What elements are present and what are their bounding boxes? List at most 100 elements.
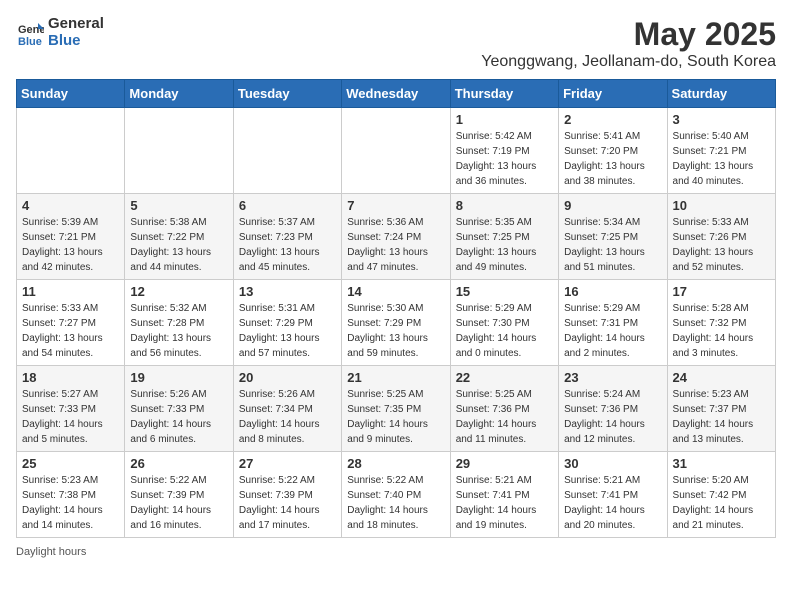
cell-info: Sunrise: 5:33 AM Sunset: 7:27 PM Dayligh… [22,301,119,361]
cell-date: 30 [564,456,661,471]
cell-date: 26 [130,456,227,471]
cell-info: Sunrise: 5:41 AM Sunset: 7:20 PM Dayligh… [564,129,661,189]
cell-info: Sunrise: 5:36 AM Sunset: 7:24 PM Dayligh… [347,215,444,275]
calendar-cell: 28 Sunrise: 5:22 AM Sunset: 7:40 PM Dayli… [342,452,450,538]
calendar-cell: 22 Sunrise: 5:25 AM Sunset: 7:36 PM Dayli… [450,366,558,452]
calendar-cell: 9Sunrise: 5:34 AM Sunset: 7:25 PM Daylig… [559,194,667,280]
calendar-week-3: 11 Sunrise: 5:33 AM Sunset: 7:27 PM Dayli… [17,280,776,366]
cell-info: Sunrise: 5:25 AM Sunset: 7:36 PM Dayligh… [456,387,553,447]
svg-text:Blue: Blue [18,36,42,47]
cell-info: Sunrise: 5:26 AM Sunset: 7:34 PM Dayligh… [239,387,336,447]
calendar-cell: 11 Sunrise: 5:33 AM Sunset: 7:27 PM Dayli… [17,280,125,366]
cell-info: Sunrise: 5:26 AM Sunset: 7:33 PM Dayligh… [130,387,227,447]
calendar-cell [233,108,341,194]
cell-date: 28 [347,456,444,471]
footer: Daylight hours [16,546,776,558]
cell-date: 6 [239,198,336,213]
cell-info: Sunrise: 5:29 AM Sunset: 7:30 PM Dayligh… [456,301,553,361]
logo-blue-text: Blue [48,33,104,50]
cell-info: Sunrise: 5:42 AM Sunset: 7:19 PM Dayligh… [456,129,553,189]
cell-info: Sunrise: 5:25 AM Sunset: 7:35 PM Dayligh… [347,387,444,447]
calendar-cell: 6 Sunrise: 5:37 AM Sunset: 7:23 PM Daylig… [233,194,341,280]
calendar-cell: 14 Sunrise: 5:30 AM Sunset: 7:29 PM Dayli… [342,280,450,366]
calendar-cell: 3 Sunrise: 5:40 AM Sunset: 7:21 PM Daylig… [667,108,775,194]
cell-info: Sunrise: 5:31 AM Sunset: 7:29 PM Dayligh… [239,301,336,361]
cell-info: Sunrise: 5:22 AM Sunset: 7:39 PM Dayligh… [239,473,336,533]
day-header-thursday: Thursday [450,80,558,108]
calendar-cell: 31 Sunrise: 5:20 AM Sunset: 7:42 PM Dayli… [667,452,775,538]
calendar-cell: 10Sunrise: 5:33 AM Sunset: 7:26 PM Dayli… [667,194,775,280]
calendar-cell: 12 Sunrise: 5:32 AM Sunset: 7:28 PM Dayli… [125,280,233,366]
cell-date: 14 [347,284,444,299]
daylight-label: Daylight hours [16,546,86,558]
calendar-cell: 5 Sunrise: 5:38 AM Sunset: 7:22 PM Daylig… [125,194,233,280]
calendar-cell: 18 Sunrise: 5:27 AM Sunset: 7:33 PM Dayli… [17,366,125,452]
cell-info: Sunrise: 5:33 AM Sunset: 7:26 PM Dayligh… [673,215,770,275]
cell-date: 1 [456,112,553,127]
cell-info: Sunrise: 5:28 AM Sunset: 7:32 PM Dayligh… [673,301,770,361]
cell-date: 18 [22,370,119,385]
cell-date: 16 [564,284,661,299]
cell-date: 8 [456,198,553,213]
calendar-week-5: 25 Sunrise: 5:23 AM Sunset: 7:38 PM Dayli… [17,452,776,538]
cell-date: 24 [673,370,770,385]
calendar-cell: 23Sunrise: 5:24 AM Sunset: 7:36 PM Dayli… [559,366,667,452]
cell-info: Sunrise: 5:24 AM Sunset: 7:36 PM Dayligh… [564,387,661,447]
cell-info: Sunrise: 5:35 AM Sunset: 7:25 PM Dayligh… [456,215,553,275]
calendar-week-2: 4Sunrise: 5:39 AM Sunset: 7:21 PM Daylig… [17,194,776,280]
cell-date: 9 [564,198,661,213]
day-header-monday: Monday [125,80,233,108]
cell-date: 11 [22,284,119,299]
calendar-cell: 20 Sunrise: 5:26 AM Sunset: 7:34 PM Dayli… [233,366,341,452]
cell-info: Sunrise: 5:39 AM Sunset: 7:21 PM Dayligh… [22,215,119,275]
cell-date: 17 [673,284,770,299]
cell-date: 31 [673,456,770,471]
calendar-week-4: 18 Sunrise: 5:27 AM Sunset: 7:33 PM Dayli… [17,366,776,452]
cell-info: Sunrise: 5:22 AM Sunset: 7:40 PM Dayligh… [347,473,444,533]
logo-icon: General Blue [16,19,44,47]
calendar-cell: 16Sunrise: 5:29 AM Sunset: 7:31 PM Dayli… [559,280,667,366]
cell-info: Sunrise: 5:40 AM Sunset: 7:21 PM Dayligh… [673,129,770,189]
cell-info: Sunrise: 5:38 AM Sunset: 7:22 PM Dayligh… [130,215,227,275]
cell-info: Sunrise: 5:32 AM Sunset: 7:28 PM Dayligh… [130,301,227,361]
calendar-cell: 29Sunrise: 5:21 AM Sunset: 7:41 PM Dayli… [450,452,558,538]
calendar-cell: 17 Sunrise: 5:28 AM Sunset: 7:32 PM Dayli… [667,280,775,366]
cell-info: Sunrise: 5:22 AM Sunset: 7:39 PM Dayligh… [130,473,227,533]
cell-date: 7 [347,198,444,213]
cell-date: 3 [673,112,770,127]
day-header-saturday: Saturday [667,80,775,108]
calendar-cell: 8 Sunrise: 5:35 AM Sunset: 7:25 PM Daylig… [450,194,558,280]
title-block: May 2025 Yeonggwang, Jeollanam-do, South… [481,16,776,71]
logo: General Blue General Blue [16,16,104,49]
day-header-friday: Friday [559,80,667,108]
cell-date: 20 [239,370,336,385]
cell-date: 19 [130,370,227,385]
header: General Blue General Blue May 2025 Yeong… [16,16,776,71]
day-header-wednesday: Wednesday [342,80,450,108]
cell-info: Sunrise: 5:37 AM Sunset: 7:23 PM Dayligh… [239,215,336,275]
calendar-cell: 25 Sunrise: 5:23 AM Sunset: 7:38 PM Dayli… [17,452,125,538]
cell-date: 25 [22,456,119,471]
cell-date: 22 [456,370,553,385]
cell-info: Sunrise: 5:27 AM Sunset: 7:33 PM Dayligh… [22,387,119,447]
cell-info: Sunrise: 5:30 AM Sunset: 7:29 PM Dayligh… [347,301,444,361]
cell-date: 5 [130,198,227,213]
cell-date: 12 [130,284,227,299]
calendar-cell: 13Sunrise: 5:31 AM Sunset: 7:29 PM Dayli… [233,280,341,366]
cell-date: 15 [456,284,553,299]
cell-info: Sunrise: 5:23 AM Sunset: 7:38 PM Dayligh… [22,473,119,533]
cell-date: 21 [347,370,444,385]
day-header-tuesday: Tuesday [233,80,341,108]
cell-info: Sunrise: 5:20 AM Sunset: 7:42 PM Dayligh… [673,473,770,533]
calendar-cell: 7 Sunrise: 5:36 AM Sunset: 7:24 PM Daylig… [342,194,450,280]
cell-date: 2 [564,112,661,127]
cell-info: Sunrise: 5:23 AM Sunset: 7:37 PM Dayligh… [673,387,770,447]
sub-title: Yeonggwang, Jeollanam-do, South Korea [481,53,776,71]
calendar-cell: 2 Sunrise: 5:41 AM Sunset: 7:20 PM Daylig… [559,108,667,194]
cell-date: 29 [456,456,553,471]
cell-date: 27 [239,456,336,471]
main-title: May 2025 [481,16,776,53]
calendar-cell [17,108,125,194]
logo-general-text: General [48,16,104,33]
calendar-week-1: 1 Sunrise: 5:42 AM Sunset: 7:19 PM Daylig… [17,108,776,194]
